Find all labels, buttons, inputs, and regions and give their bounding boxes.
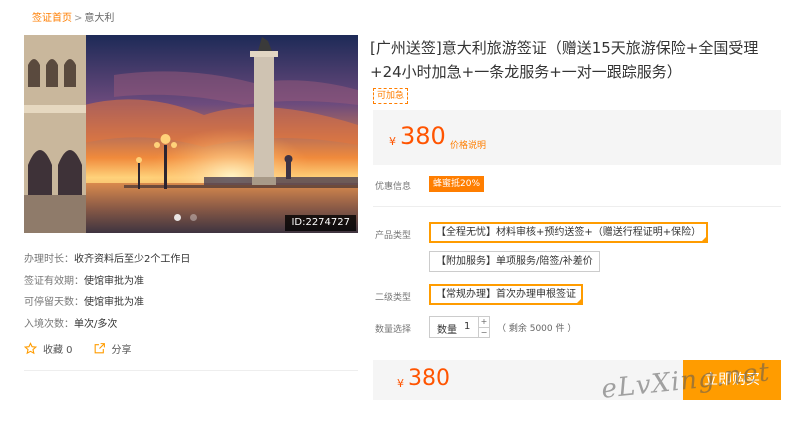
image-id-label: ID:2274727 xyxy=(285,215,356,231)
product-type-option-full-service[interactable]: 【全程无忧】材料审核+预约送签+（赠送行程证明+保险） xyxy=(429,222,709,243)
option-text: 【常规办理】首次办理申根签证 xyxy=(436,289,576,300)
product-type-option-addon[interactable]: 【附加服务】单项服务/陪签/补差价 xyxy=(429,251,600,272)
venice-sunset-photo xyxy=(24,35,358,233)
product-actions: 收藏 0 分享 xyxy=(24,341,132,356)
info-value: 单次/多次 xyxy=(74,318,118,330)
hero-image[interactable]: ID:2274727 xyxy=(24,35,358,233)
quantity-field-label: 数量 xyxy=(437,325,457,336)
breadcrumb-separator: > xyxy=(74,13,83,24)
info-value: 使馆审批为准 xyxy=(84,275,144,287)
decrement-button[interactable]: − xyxy=(479,327,489,337)
selected-corner-icon xyxy=(701,236,708,242)
sub-type-label: 二级类型 xyxy=(375,293,412,303)
price-amount: 380 xyxy=(400,122,446,150)
info-label: 签证有效期： xyxy=(24,275,84,287)
share-icon xyxy=(94,343,105,354)
favorite-label: 收藏 0 xyxy=(43,345,73,356)
quantity-label: 数量选择 xyxy=(375,325,412,335)
carousel-dots xyxy=(174,214,197,221)
info-row-processing-time: 办理时长：收齐资料后至少2个工作日 xyxy=(24,249,190,271)
info-row-stay-days: 可停留天数：使馆审批为准 xyxy=(24,292,190,314)
star-icon xyxy=(24,342,37,355)
carousel-dot[interactable] xyxy=(190,214,197,221)
breadcrumb-current: 意大利 xyxy=(84,13,115,24)
visa-info-list: 办理时长：收齐资料后至少2个工作日 签证有效期：使馆审批为准 可停留天数：使馆审… xyxy=(24,249,190,335)
product-title: [广州送签]意大利旅游签证（赠送15天旅游保险+全国受理+24小时加急+一条龙服… xyxy=(370,39,759,81)
sub-type-option-regular[interactable]: 【常规办理】首次办理申根签证 xyxy=(429,284,583,305)
share-button[interactable]: 分享 xyxy=(93,341,132,356)
info-label: 办理时长： xyxy=(24,254,74,265)
info-label: 入境次数： xyxy=(24,318,74,330)
promo-label: 优惠信息 xyxy=(375,182,412,192)
option-text: 【全程无忧】材料审核+预约送签+（赠送行程证明+保险） xyxy=(436,227,702,238)
total-amount: 380 xyxy=(408,366,450,391)
selected-corner-icon xyxy=(576,298,582,304)
breadcrumb: 签证首页 > 意大利 xyxy=(32,9,114,24)
total-currency: ¥ xyxy=(397,377,404,390)
increment-button[interactable]: + xyxy=(479,317,489,327)
info-label: 可停留天数： xyxy=(24,297,84,308)
quantity-value[interactable]: 1 xyxy=(464,321,470,332)
breadcrumb-home-link[interactable]: 签证首页 xyxy=(32,13,72,24)
price-currency: ¥ xyxy=(389,135,396,148)
price-box: ¥ 380 价格说明 xyxy=(373,110,781,165)
carousel-dot-active[interactable] xyxy=(174,214,181,221)
info-row-validity: 签证有效期：使馆审批为准 xyxy=(24,271,190,293)
urgent-tag: 可加急 xyxy=(373,88,409,104)
option-text: 【附加服务】单项服务/陪签/补差价 xyxy=(436,256,593,267)
stock-remaining: （ 剩余 5000 件 ） xyxy=(497,324,577,334)
product-type-label: 产品类型 xyxy=(375,231,412,241)
quantity-stepper[interactable]: 数量 1 + − xyxy=(429,316,490,338)
price-note-link[interactable]: 价格说明 xyxy=(450,138,486,151)
stepper-controls: + − xyxy=(478,317,489,337)
discount-badge: 蜂蜜抵20% xyxy=(429,176,485,192)
info-row-entries: 入境次数：单次/多次 xyxy=(24,314,190,336)
info-value: 使馆审批为准 xyxy=(84,297,144,308)
divider xyxy=(373,206,781,207)
info-value: 收齐资料后至少2个工作日 xyxy=(74,254,191,265)
favorite-button[interactable]: 收藏 0 xyxy=(24,341,73,356)
divider xyxy=(24,370,358,371)
share-label: 分享 xyxy=(111,345,132,356)
